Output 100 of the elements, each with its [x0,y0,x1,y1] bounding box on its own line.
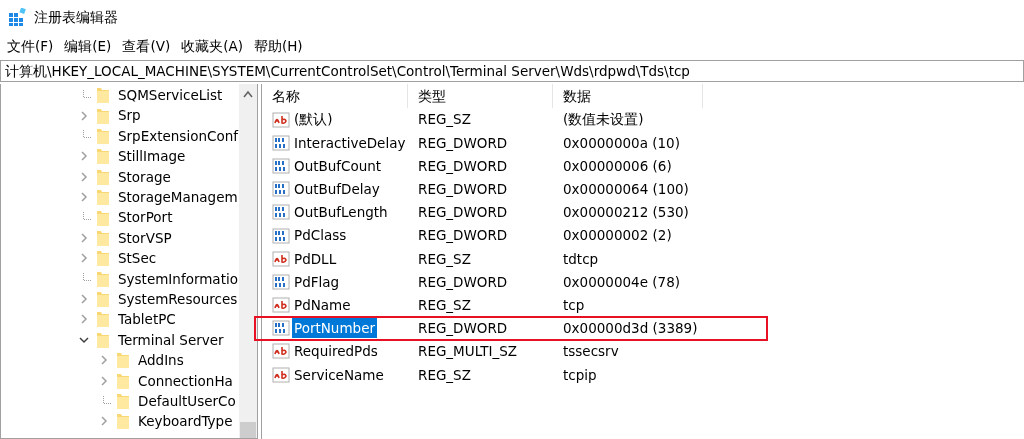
binary-value-icon [272,273,290,290]
tree-line [83,130,91,139]
menu-item[interactable]: 编辑(E) [59,35,117,57]
column-header[interactable]: 名称 [262,84,408,108]
binary-value-icon [272,134,290,151]
menu-item[interactable]: 收藏夹(A) [176,35,248,57]
binary-value-icon [272,181,290,198]
column-header[interactable]: 数据 [553,84,703,108]
string-value-icon [272,343,290,360]
tree-item[interactable]: StorVSP [117,227,173,249]
string-value-icon [272,250,290,267]
folder-icon [117,352,129,369]
tree-item[interactable]: SystemInformatio [117,268,239,289]
tree-line [83,273,91,282]
string-value-icon [272,297,290,314]
window-title: 注册表编辑器 [34,7,118,27]
value-data: 0x00000212 (530) [562,203,689,223]
value-data: 0x00000006 (6) [562,156,672,176]
tree-line [83,89,91,98]
value-type: REG_DWORD [417,203,509,223]
binary-value-icon [272,320,290,337]
value-data: 0x00000002 (2) [562,226,672,246]
value-type: REG_SZ [417,295,472,315]
value-name[interactable]: OutBufLength [292,202,390,223]
value-name[interactable]: (默认) [292,109,335,130]
app-icon [8,8,26,26]
address-bar[interactable]: 计算机\HKEY_LOCAL_MACHINE\SYSTEM\CurrentControlSet\Control\Terminal Server\Wds\rdpwd\Tds\tcp [0,60,1024,82]
value-data: 0x0000004e (78) [562,272,680,292]
folder-icon [97,229,109,246]
value-type: REG_SZ [417,110,472,130]
tree-item[interactable]: AddIns [137,350,185,371]
scrollbar[interactable] [239,84,257,438]
value-name[interactable]: OutBufCount [292,155,384,177]
folder-icon [97,189,109,206]
value-data: tssecsrv [562,342,619,362]
value-data: tcp [562,295,585,315]
value-data: 0x0000000a (10) [562,133,680,153]
value-type: REG_DWORD [417,272,509,292]
value-type: REG_SZ [417,249,472,269]
value-data: 0x00000d3d (3389) [562,319,698,339]
tree-item[interactable]: SQMServiceList [117,85,224,106]
folder-icon [97,311,109,328]
column-header[interactable]: 类型 [408,84,553,108]
folder-icon [97,168,109,185]
value-type: REG_DWORD [417,156,509,176]
tree-item[interactable]: StillImage [117,146,187,167]
string-value-icon [272,111,290,128]
menu-item[interactable]: 查看(V) [117,35,176,57]
folder-icon [97,148,109,165]
folder-icon [97,209,109,226]
tree-line [103,395,111,404]
value-name[interactable]: OutBufDelay [292,179,382,200]
tree-item[interactable]: DefaultUserCo [137,390,237,412]
value-type: REG_DWORD [417,133,509,153]
tree-item[interactable]: KeyboardType [137,411,234,432]
binary-value-icon [272,157,290,174]
value-type: REG_DWORD [417,180,509,200]
value-name[interactable]: PdFlag [292,271,342,293]
folder-icon [97,107,109,124]
folder-icon [97,291,109,308]
folder-icon [97,250,109,267]
folder-icon [117,372,129,389]
tree-item[interactable]: Terminal Server [117,329,225,350]
tree-item[interactable]: StorageManagem [117,187,239,208]
value-name[interactable]: PdClass [292,225,349,246]
folder-icon [117,413,129,430]
folder-icon [117,393,129,410]
value-data: 0x00000064 (100) [562,180,689,200]
tree-item[interactable]: StSec [117,248,158,269]
value-name[interactable]: ServiceName [292,364,386,385]
tree-item[interactable]: TabletPC [117,309,177,330]
folder-icon [97,87,109,104]
string-value-icon [272,366,290,383]
tree-item[interactable]: SystemResources [117,288,239,310]
binary-value-icon [272,227,290,244]
tree-line [83,212,91,221]
value-data: tdtcp [562,249,599,269]
value-name[interactable]: InteractiveDelay [292,132,408,153]
tree-item[interactable]: StorPort [117,207,174,228]
value-name[interactable]: RequiredPds [292,341,380,362]
tree-item[interactable]: Storage [117,166,172,187]
value-data: tcpip [562,365,597,385]
value-type: REG_MULTI_SZ [417,342,519,362]
value-name[interactable]: PortNumber [292,318,377,339]
folder-icon [97,127,109,144]
value-type: REG_DWORD [417,319,509,339]
tree-item[interactable]: ConnectionHa [137,370,234,391]
menu-item[interactable]: 帮助(H) [248,35,308,57]
value-data: (数值未设置) [562,110,644,130]
tree-item[interactable]: SrpExtensionConf [117,125,239,147]
scroll-thumb[interactable] [240,422,256,438]
scroll-up-icon[interactable] [243,90,253,98]
value-name[interactable]: PdName [292,294,353,316]
value-type: REG_SZ [417,365,472,385]
value-name[interactable]: PdDLL [292,248,339,269]
tree-item[interactable]: Srp [117,105,142,126]
menu-item[interactable]: 文件(F) [2,35,59,57]
folder-icon [97,331,109,348]
value-type: REG_DWORD [417,226,509,246]
folder-icon [97,270,109,287]
